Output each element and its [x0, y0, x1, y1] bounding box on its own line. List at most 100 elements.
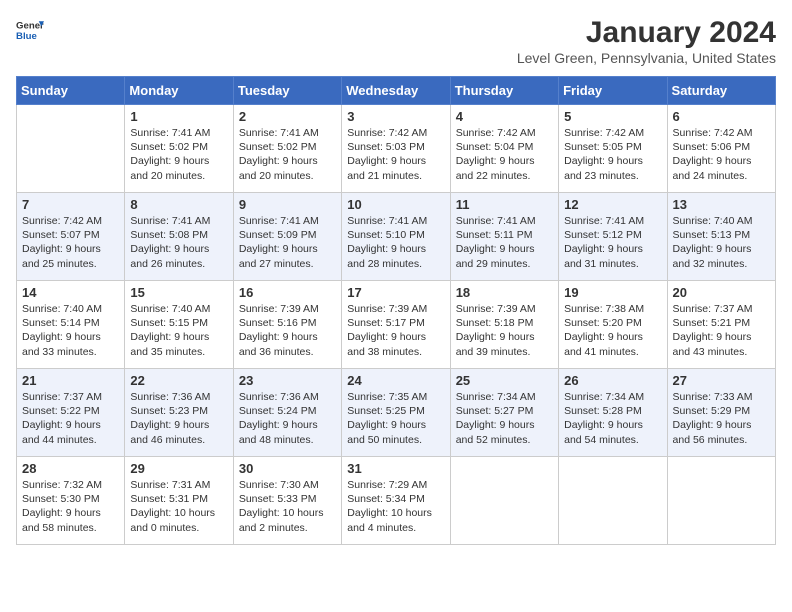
- day-of-week-header: Sunday: [17, 77, 125, 105]
- calendar-cell: [667, 457, 775, 545]
- day-info: Sunrise: 7:39 AM Sunset: 5:17 PM Dayligh…: [347, 302, 444, 359]
- calendar-cell: 21Sunrise: 7:37 AM Sunset: 5:22 PM Dayli…: [17, 369, 125, 457]
- day-number: 18: [456, 285, 553, 300]
- calendar-cell: 28 Sunrise: 7:32 AM Sunset: 5:30 PM Dayli…: [17, 457, 125, 545]
- svg-text:Blue: Blue: [16, 31, 37, 42]
- day-of-week-header: Friday: [559, 77, 667, 105]
- day-info: Sunrise: 7:37 AM Sunset: 5:21 PM Dayligh…: [673, 302, 770, 359]
- calendar-cell: 27 Sunrise: 7:33 AM Sunset: 5:29 PM Dayli…: [667, 369, 775, 457]
- day-number: 14: [22, 285, 119, 300]
- calendar-cell: 16 Sunrise: 7:39 AM Sunset: 5:16 PM Dayli…: [233, 281, 341, 369]
- day-info: Sunrise: 7:39 AM Sunset: 5:18 PM Dayligh…: [456, 302, 553, 359]
- calendar-cell: 29Sunrise: 7:31 AM Sunset: 5:31 PM Dayli…: [125, 457, 233, 545]
- day-number: 5: [564, 109, 661, 124]
- day-number: 3: [347, 109, 444, 124]
- calendar-cell: [559, 457, 667, 545]
- calendar-cell: 7 Sunrise: 7:42 AM Sunset: 5:07 PM Daylig…: [17, 193, 125, 281]
- calendar-cell: 6 Sunrise: 7:42 AM Sunset: 5:06 PM Daylig…: [667, 105, 775, 193]
- day-info: Sunrise: 7:31 AM Sunset: 5:31 PM Dayligh…: [130, 478, 227, 535]
- calendar-cell: 15 Sunrise: 7:40 AM Sunset: 5:15 PM Dayli…: [125, 281, 233, 369]
- day-info: Sunrise: 7:33 AM Sunset: 5:29 PM Dayligh…: [673, 390, 770, 447]
- calendar-cell: 10Sunrise: 7:41 AM Sunset: 5:10 PM Dayli…: [342, 193, 450, 281]
- calendar-cell: 26 Sunrise: 7:34 AM Sunset: 5:28 PM Dayli…: [559, 369, 667, 457]
- calendar-cell: 18 Sunrise: 7:39 AM Sunset: 5:18 PM Dayli…: [450, 281, 558, 369]
- day-number: 25: [456, 373, 553, 388]
- day-info: Sunrise: 7:41 AM Sunset: 5:02 PM Dayligh…: [130, 126, 227, 183]
- title-section: January 2024 Level Green, Pennsylvania, …: [517, 16, 776, 66]
- calendar-cell: 30Sunrise: 7:30 AM Sunset: 5:33 PM Dayli…: [233, 457, 341, 545]
- day-number: 20: [673, 285, 770, 300]
- calendar-cell: 12 Sunrise: 7:41 AM Sunset: 5:12 PM Dayli…: [559, 193, 667, 281]
- day-info: Sunrise: 7:36 AM Sunset: 5:23 PM Dayligh…: [130, 390, 227, 447]
- day-number: 24: [347, 373, 444, 388]
- calendar-cell: 20 Sunrise: 7:37 AM Sunset: 5:21 PM Dayli…: [667, 281, 775, 369]
- day-number: 12: [564, 197, 661, 212]
- calendar-cell: 31 Sunrise: 7:29 AM Sunset: 5:34 PM Dayli…: [342, 457, 450, 545]
- calendar-cell: 14 Sunrise: 7:40 AM Sunset: 5:14 PM Dayli…: [17, 281, 125, 369]
- calendar-week-row: 7 Sunrise: 7:42 AM Sunset: 5:07 PM Daylig…: [17, 193, 776, 281]
- calendar-cell: 4 Sunrise: 7:42 AM Sunset: 5:04 PM Daylig…: [450, 105, 558, 193]
- calendar-cell: 19Sunrise: 7:38 AM Sunset: 5:20 PM Dayli…: [559, 281, 667, 369]
- calendar-cell: [17, 105, 125, 193]
- day-of-week-header: Thursday: [450, 77, 558, 105]
- day-info: Sunrise: 7:40 AM Sunset: 5:15 PM Dayligh…: [130, 302, 227, 359]
- calendar-cell: 8 Sunrise: 7:41 AM Sunset: 5:08 PM Daylig…: [125, 193, 233, 281]
- day-info: Sunrise: 7:42 AM Sunset: 5:07 PM Dayligh…: [22, 214, 119, 271]
- day-number: 6: [673, 109, 770, 124]
- day-info: Sunrise: 7:42 AM Sunset: 5:05 PM Dayligh…: [564, 126, 661, 183]
- day-number: 1: [130, 109, 227, 124]
- day-number: 7: [22, 197, 119, 212]
- day-info: Sunrise: 7:41 AM Sunset: 5:12 PM Dayligh…: [564, 214, 661, 271]
- day-info: Sunrise: 7:41 AM Sunset: 5:10 PM Dayligh…: [347, 214, 444, 271]
- calendar-cell: [450, 457, 558, 545]
- page-header: General Blue January 2024 Level Green, P…: [16, 16, 776, 66]
- day-number: 8: [130, 197, 227, 212]
- calendar-cell: 5 Sunrise: 7:42 AM Sunset: 5:05 PM Daylig…: [559, 105, 667, 193]
- day-number: 21: [22, 373, 119, 388]
- day-info: Sunrise: 7:40 AM Sunset: 5:13 PM Dayligh…: [673, 214, 770, 271]
- day-number: 11: [456, 197, 553, 212]
- calendar-cell: 24 Sunrise: 7:35 AM Sunset: 5:25 PM Dayli…: [342, 369, 450, 457]
- calendar-cell: 11 Sunrise: 7:41 AM Sunset: 5:11 PM Dayli…: [450, 193, 558, 281]
- day-number: 4: [456, 109, 553, 124]
- day-info: Sunrise: 7:40 AM Sunset: 5:14 PM Dayligh…: [22, 302, 119, 359]
- day-of-week-header: Monday: [125, 77, 233, 105]
- day-info: Sunrise: 7:41 AM Sunset: 5:08 PM Dayligh…: [130, 214, 227, 271]
- day-of-week-header: Saturday: [667, 77, 775, 105]
- calendar-cell: 2 Sunrise: 7:41 AM Sunset: 5:02 PM Daylig…: [233, 105, 341, 193]
- day-info: Sunrise: 7:38 AM Sunset: 5:20 PM Dayligh…: [564, 302, 661, 359]
- day-info: Sunrise: 7:42 AM Sunset: 5:06 PM Dayligh…: [673, 126, 770, 183]
- day-number: 28: [22, 461, 119, 476]
- location-text: Level Green, Pennsylvania, United States: [517, 50, 776, 66]
- day-info: Sunrise: 7:42 AM Sunset: 5:04 PM Dayligh…: [456, 126, 553, 183]
- day-number: 17: [347, 285, 444, 300]
- day-info: Sunrise: 7:41 AM Sunset: 5:09 PM Dayligh…: [239, 214, 336, 271]
- day-info: Sunrise: 7:39 AM Sunset: 5:16 PM Dayligh…: [239, 302, 336, 359]
- day-number: 16: [239, 285, 336, 300]
- day-number: 31: [347, 461, 444, 476]
- day-number: 15: [130, 285, 227, 300]
- day-info: Sunrise: 7:29 AM Sunset: 5:34 PM Dayligh…: [347, 478, 444, 535]
- day-number: 2: [239, 109, 336, 124]
- day-number: 22: [130, 373, 227, 388]
- calendar-week-row: 14 Sunrise: 7:40 AM Sunset: 5:14 PM Dayli…: [17, 281, 776, 369]
- calendar-cell: 13Sunrise: 7:40 AM Sunset: 5:13 PM Dayli…: [667, 193, 775, 281]
- day-info: Sunrise: 7:41 AM Sunset: 5:11 PM Dayligh…: [456, 214, 553, 271]
- calendar-cell: 17 Sunrise: 7:39 AM Sunset: 5:17 PM Dayli…: [342, 281, 450, 369]
- day-info: Sunrise: 7:32 AM Sunset: 5:30 PM Dayligh…: [22, 478, 119, 535]
- logo: General Blue: [16, 16, 44, 44]
- day-info: Sunrise: 7:34 AM Sunset: 5:28 PM Dayligh…: [564, 390, 661, 447]
- calendar-week-row: 28 Sunrise: 7:32 AM Sunset: 5:30 PM Dayli…: [17, 457, 776, 545]
- day-number: 27: [673, 373, 770, 388]
- day-info: Sunrise: 7:42 AM Sunset: 5:03 PM Dayligh…: [347, 126, 444, 183]
- calendar-week-row: 1 Sunrise: 7:41 AM Sunset: 5:02 PM Daylig…: [17, 105, 776, 193]
- calendar-cell: 22 Sunrise: 7:36 AM Sunset: 5:23 PM Dayli…: [125, 369, 233, 457]
- calendar-cell: 1 Sunrise: 7:41 AM Sunset: 5:02 PM Daylig…: [125, 105, 233, 193]
- day-info: Sunrise: 7:41 AM Sunset: 5:02 PM Dayligh…: [239, 126, 336, 183]
- day-number: 30: [239, 461, 336, 476]
- day-number: 23: [239, 373, 336, 388]
- day-info: Sunrise: 7:35 AM Sunset: 5:25 PM Dayligh…: [347, 390, 444, 447]
- calendar-cell: 23Sunrise: 7:36 AM Sunset: 5:24 PM Dayli…: [233, 369, 341, 457]
- day-number: 26: [564, 373, 661, 388]
- calendar-header-row: SundayMondayTuesdayWednesdayThursdayFrid…: [17, 77, 776, 105]
